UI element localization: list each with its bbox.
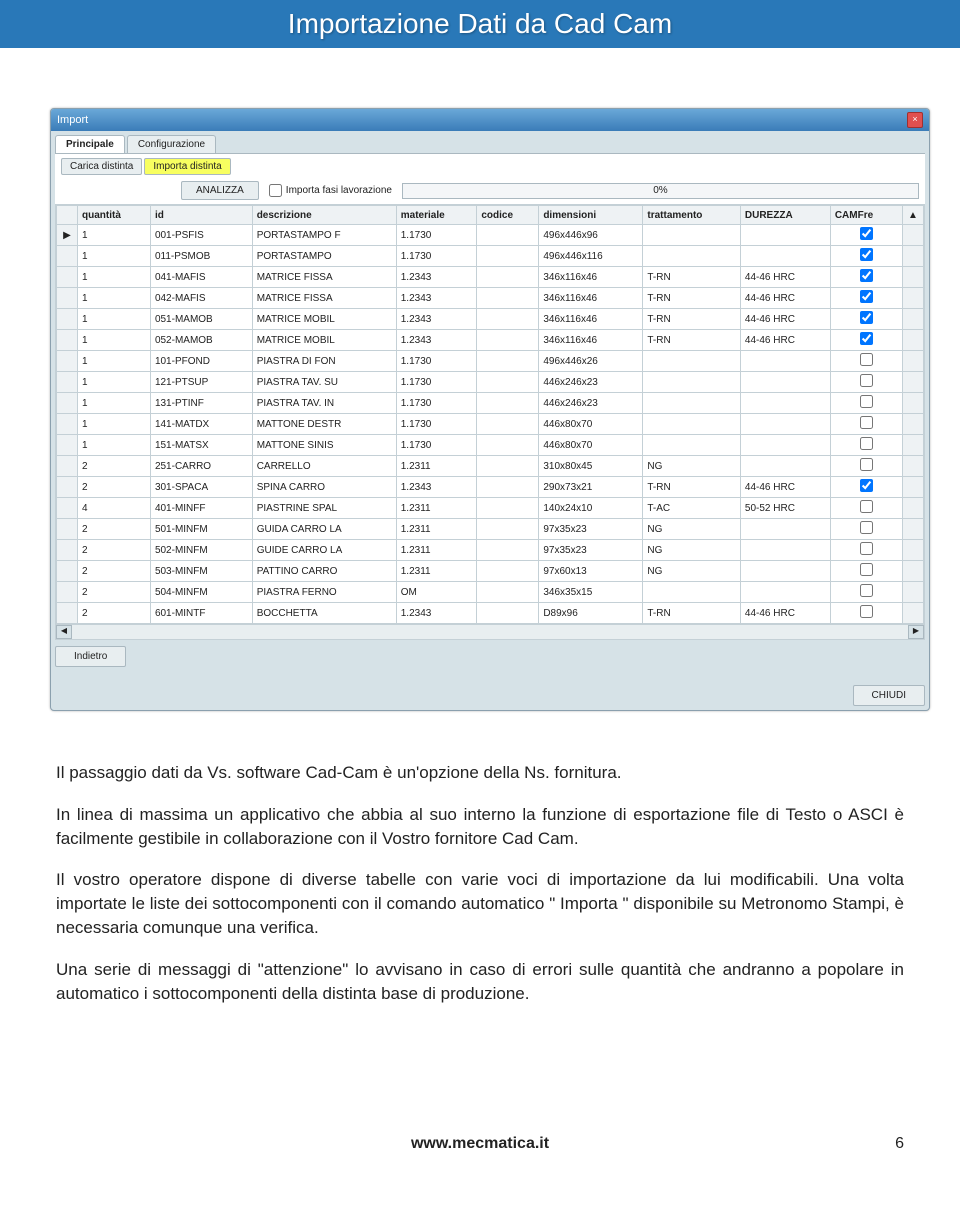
importa-fasi-checkbox[interactable]: Importa fasi lavorazione — [269, 184, 392, 197]
sub-tabs: Carica distinta Importa distinta — [55, 153, 925, 177]
window-titlebar: Import × — [51, 109, 929, 131]
camfre-checkbox[interactable] — [860, 248, 873, 261]
paragraph-1: Il passaggio dati da Vs. software Cad-Ca… — [56, 761, 904, 785]
camfre-checkbox[interactable] — [860, 521, 873, 534]
toolbar: ANALIZZA Importa fasi lavorazione 0% — [55, 177, 925, 204]
table-row[interactable]: 4401-MINFFPIASTRINE SPAL1.2311140x24x10T… — [57, 498, 924, 519]
page-title: Importazione Dati da Cad Cam — [0, 0, 960, 48]
table-row[interactable]: 1052-MAMOBMATRICE MOBIL1.2343346x116x46T… — [57, 330, 924, 351]
camfre-checkbox[interactable] — [860, 542, 873, 555]
col-materiale[interactable]: materiale — [396, 206, 477, 225]
tab-configurazione[interactable]: Configurazione — [127, 135, 216, 153]
table-row[interactable]: 2504-MINFMPIASTRA FERNOOM346x35x15 — [57, 582, 924, 603]
table-row[interactable]: 2503-MINFMPATTINO CARRO1.231197x60x13NG — [57, 561, 924, 582]
col-trattamento[interactable]: trattamento — [643, 206, 741, 225]
camfre-checkbox[interactable] — [860, 227, 873, 240]
table-row[interactable]: 1051-MAMOBMATRICE MOBIL1.2343346x116x46T… — [57, 309, 924, 330]
import-window: Import × Principale Configurazione Caric… — [50, 108, 930, 711]
col-quantita[interactable]: quantità — [78, 206, 151, 225]
table-row[interactable]: 1011-PSMOBPORTASTAMPO1.1730496x446x116 — [57, 246, 924, 267]
importa-distinta-button[interactable]: Importa distinta — [144, 158, 230, 175]
camfre-checkbox[interactable] — [860, 269, 873, 282]
tab-principale[interactable]: Principale — [55, 135, 125, 153]
col-codice[interactable]: codice — [477, 206, 539, 225]
table-row[interactable]: 2301-SPACASPINA CARRO1.2343290x73x21T-RN… — [57, 477, 924, 498]
paragraph-2: In linea di massima un applicativo che a… — [56, 803, 904, 851]
camfre-checkbox[interactable] — [860, 605, 873, 618]
camfre-checkbox[interactable] — [860, 290, 873, 303]
camfre-checkbox[interactable] — [860, 458, 873, 471]
col-id[interactable]: id — [150, 206, 252, 225]
importa-fasi-label: Importa fasi lavorazione — [286, 185, 392, 196]
camfre-checkbox[interactable] — [860, 311, 873, 324]
progress-value: 0% — [403, 184, 918, 198]
col-camfre[interactable]: CAMFre — [830, 206, 902, 225]
col-descrizione[interactable]: descrizione — [252, 206, 396, 225]
table-row[interactable]: 1042-MAFISMATRICE FISSA1.2343346x116x46T… — [57, 288, 924, 309]
table-row[interactable]: 1041-MAFISMATRICE FISSA1.2343346x116x46T… — [57, 267, 924, 288]
col-dimensioni[interactable]: dimensioni — [539, 206, 643, 225]
table-row[interactable]: 2501-MINFMGUIDA CARRO LA1.231197x35x23NG — [57, 519, 924, 540]
close-icon[interactable]: × — [907, 112, 923, 128]
table-row[interactable]: 2502-MINFMGUIDE CARRO LA1.231197x35x23NG — [57, 540, 924, 561]
page-number: 6 — [895, 1135, 904, 1153]
footer-url: www.mecmatica.it — [411, 1135, 549, 1152]
analizza-button[interactable]: ANALIZZA — [181, 181, 259, 200]
document-body: Il passaggio dati da Vs. software Cad-Ca… — [0, 751, 960, 1005]
screenshot-container: Import × Principale Configurazione Caric… — [0, 48, 960, 751]
table-row[interactable]: 1141-MATDXMATTONE DESTR1.1730446x80x70 — [57, 414, 924, 435]
window-footer-2: CHIUDI — [55, 685, 925, 706]
camfre-checkbox[interactable] — [860, 395, 873, 408]
camfre-checkbox[interactable] — [860, 374, 873, 387]
scroll-left-icon[interactable]: ◀ — [56, 625, 72, 639]
col-durezza[interactable]: DUREZZA — [740, 206, 830, 225]
camfre-checkbox[interactable] — [860, 416, 873, 429]
paragraph-3: Il vostro operatore dispone di diverse t… — [56, 868, 904, 939]
indietro-button[interactable]: Indietro — [55, 646, 126, 667]
camfre-checkbox[interactable] — [860, 584, 873, 597]
table-row[interactable]: 1101-PFONDPIASTRA DI FON1.1730496x446x26 — [57, 351, 924, 372]
paragraph-4: Una serie di messaggi di "attenzione" lo… — [56, 958, 904, 1006]
scroll-right-icon[interactable]: ▶ — [908, 625, 924, 639]
table-row[interactable]: 1151-MATSXMATTONE SINIS1.1730446x80x70 — [57, 435, 924, 456]
horizontal-scrollbar[interactable]: ◀ ▶ — [55, 625, 925, 640]
table-row[interactable]: 2251-CARROCARRELLO1.2311310x80x45NG — [57, 456, 924, 477]
table-row[interactable]: ▶1001-PSFISPORTASTAMPO F1.1730496x446x96 — [57, 225, 924, 246]
table-row[interactable]: 2601-MINTFBOCCHETTA1.2343D89x96T-RN44-46… — [57, 603, 924, 624]
camfre-checkbox[interactable] — [860, 500, 873, 513]
camfre-checkbox[interactable] — [860, 332, 873, 345]
page-footer: www.mecmatica.it 6 — [0, 1125, 960, 1163]
chiudi-button[interactable]: CHIUDI — [853, 685, 925, 706]
window-footer: Indietro — [55, 646, 925, 667]
camfre-checkbox[interactable] — [860, 353, 873, 366]
carica-distinta-button[interactable]: Carica distinta — [61, 158, 142, 175]
scroll-up-icon[interactable]: ▲ — [903, 206, 924, 225]
data-grid[interactable]: quantità id descrizione materiale codice… — [55, 204, 925, 625]
table-row[interactable]: 1131-PTINFPIASTRA TAV. IN1.1730446x246x2… — [57, 393, 924, 414]
camfre-checkbox[interactable] — [860, 437, 873, 450]
camfre-checkbox[interactable] — [860, 563, 873, 576]
main-tabs: Principale Configurazione — [51, 131, 929, 153]
camfre-checkbox[interactable] — [860, 479, 873, 492]
progress-bar: 0% — [402, 183, 919, 199]
table-row[interactable]: 1121-PTSUPPIASTRA TAV. SU1.1730446x246x2… — [57, 372, 924, 393]
window-title: Import — [57, 114, 88, 126]
